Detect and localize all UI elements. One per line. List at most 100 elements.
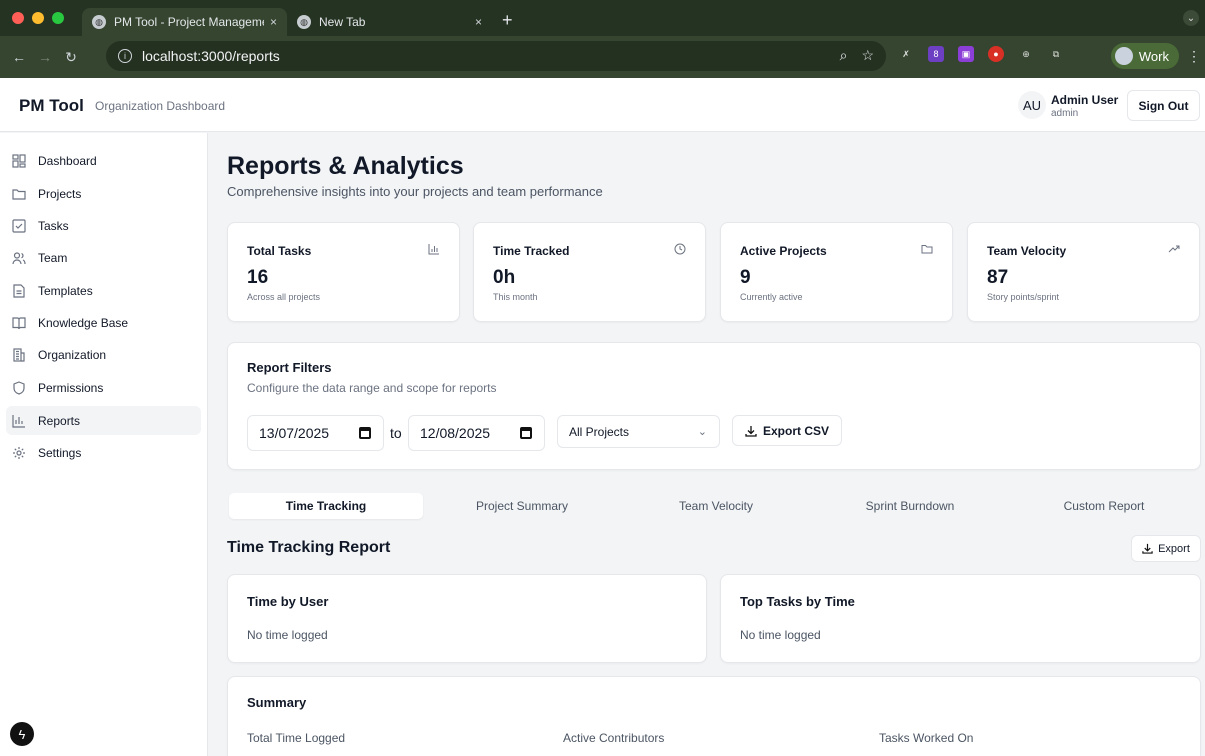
- export-csv-button[interactable]: Export CSV: [732, 415, 842, 446]
- sidebar-item-templates[interactable]: Templates: [6, 276, 201, 305]
- extensions-puzzle-icon[interactable]: ⧉: [1048, 46, 1064, 62]
- chevron-down-icon: ⌄: [697, 426, 707, 438]
- end-date-input[interactable]: 12/08/2025: [408, 415, 545, 451]
- browser-tab-active[interactable]: ◍ PM Tool - Project Manageme ×: [82, 8, 287, 36]
- sidebar-item-label: Team: [38, 250, 68, 265]
- sidebar-item-projects[interactable]: Projects: [6, 179, 201, 208]
- stat-card-team-velocity: Team Velocity 87 Story points/sprint: [967, 222, 1200, 322]
- app-header: PM Tool Organization Dashboard AU Admin …: [0, 78, 1205, 132]
- start-date-value: 13/07/2025: [259, 425, 330, 441]
- page-subtitle: Comprehensive insights into your project…: [227, 184, 603, 199]
- summary-label: Tasks Worked On: [879, 731, 974, 745]
- top-tasks-card: Top Tasks by Time No time logged: [720, 574, 1201, 663]
- extension-badge-icon[interactable]: 8: [928, 46, 944, 62]
- close-window-button[interactable]: [12, 12, 24, 24]
- url-text: localhost:3000/reports: [142, 48, 280, 64]
- date-range-separator: to: [390, 425, 402, 441]
- back-icon[interactable]: ←: [6, 49, 32, 65]
- empty-state: No time logged: [247, 628, 328, 642]
- sidebar-item-team[interactable]: Team: [6, 243, 201, 272]
- download-icon: [1142, 543, 1153, 554]
- info-icon[interactable]: i: [118, 49, 132, 63]
- browser-toolbar: ← → ↻ i localhost:3000/reports ⌕ ☆ ✗ 8 ▣…: [0, 36, 1205, 78]
- sidebar: Dashboard Projects Tasks Team Templates …: [0, 133, 208, 756]
- users-icon: [12, 251, 26, 265]
- reload-icon[interactable]: ↻: [58, 49, 84, 66]
- export-button[interactable]: Export: [1131, 535, 1201, 562]
- address-bar[interactable]: i localhost:3000/reports ⌕ ☆: [106, 41, 886, 71]
- shield-icon: [12, 380, 26, 395]
- calendar-icon[interactable]: [520, 427, 532, 439]
- maximize-window-button[interactable]: [52, 12, 64, 24]
- stat-title: Team Velocity: [987, 244, 1067, 258]
- tab-sprint-burndown[interactable]: Sprint Burndown: [813, 491, 1007, 521]
- sidebar-item-label: Tasks: [38, 218, 69, 233]
- extension-icon[interactable]: ▣: [958, 46, 974, 62]
- sidebar-item-label: Templates: [38, 283, 93, 298]
- filters-subtitle: Configure the data range and scope for r…: [247, 381, 497, 395]
- calendar-icon[interactable]: [359, 427, 371, 439]
- new-tab-button[interactable]: +: [502, 10, 513, 31]
- tab-team-velocity[interactable]: Team Velocity: [619, 491, 813, 521]
- stat-title: Active Projects: [740, 244, 827, 258]
- stat-card-total-tasks: Total Tasks 16 Across all projects: [227, 222, 460, 322]
- avatar[interactable]: AU: [1018, 91, 1046, 119]
- tab-close-icon[interactable]: ×: [475, 15, 482, 29]
- minimize-window-button[interactable]: [32, 12, 44, 24]
- brand-logo[interactable]: PM Tool: [19, 96, 84, 116]
- stat-subtext: Currently active: [740, 292, 803, 302]
- gear-icon: [12, 446, 26, 460]
- sidebar-item-reports[interactable]: Reports: [6, 406, 201, 435]
- stat-title: Total Tasks: [247, 244, 312, 258]
- bar-chart-icon: [428, 244, 439, 255]
- tab-custom-report[interactable]: Custom Report: [1007, 491, 1201, 521]
- building-icon: [12, 347, 26, 362]
- sign-out-button[interactable]: Sign Out: [1127, 90, 1200, 121]
- file-icon: [12, 283, 26, 298]
- summary-label: Total Time Logged: [247, 731, 346, 745]
- end-date-value: 12/08/2025: [420, 425, 491, 441]
- tab-project-summary[interactable]: Project Summary: [425, 491, 619, 521]
- extensions-bar: ✗ 8 ▣ ● ⊕ ⧉: [898, 46, 1064, 62]
- summary-card: Summary Total Time Logged Active Contrib…: [227, 676, 1201, 756]
- extension-icon[interactable]: ✗: [898, 46, 914, 62]
- folder-icon: [921, 245, 933, 254]
- sidebar-item-settings[interactable]: Settings: [6, 438, 201, 467]
- stat-value: 9: [740, 267, 751, 288]
- more-menu-icon[interactable]: ⋮: [1187, 48, 1201, 65]
- extension-icon[interactable]: ⊕: [1018, 46, 1034, 62]
- tab-close-icon[interactable]: ×: [270, 15, 277, 29]
- sidebar-item-tasks[interactable]: Tasks: [6, 211, 201, 240]
- zoom-icon[interactable]: ⌕: [840, 47, 848, 64]
- browser-tab-bar: ◍ PM Tool - Project Manageme × ◍ New Tab…: [0, 0, 1205, 36]
- forward-icon[interactable]: →: [32, 49, 58, 65]
- sidebar-item-organization[interactable]: Organization: [6, 340, 201, 369]
- sidebar-item-knowledge-base[interactable]: Knowledge Base: [6, 308, 201, 337]
- sidebar-item-label: Permissions: [38, 380, 104, 395]
- sidebar-item-permissions[interactable]: Permissions: [6, 373, 201, 402]
- tab-time-tracking[interactable]: Time Tracking: [229, 493, 423, 519]
- extension-icon[interactable]: ●: [988, 46, 1004, 62]
- profile-button[interactable]: Work: [1110, 43, 1179, 69]
- profile-label: Work: [1138, 48, 1169, 64]
- project-select[interactable]: All Projects ⌄: [557, 415, 720, 448]
- user-role: admin: [1051, 108, 1079, 119]
- header-subtitle: Organization Dashboard: [95, 99, 226, 113]
- start-date-input[interactable]: 13/07/2025: [247, 415, 384, 451]
- lightning-icon[interactable]: ϟ: [10, 722, 34, 746]
- empty-state: No time logged: [740, 628, 821, 642]
- export-label: Export: [1158, 542, 1190, 555]
- sidebar-item-label: Dashboard: [38, 153, 97, 168]
- sidebar-item-dashboard[interactable]: Dashboard: [6, 146, 201, 175]
- tab-search-icon[interactable]: ⌄: [1183, 10, 1199, 26]
- stat-card-active-projects: Active Projects 9 Currently active: [720, 222, 953, 322]
- browser-tab[interactable]: ◍ New Tab ×: [287, 8, 492, 36]
- stat-value: 87: [987, 267, 1009, 288]
- sidebar-item-label: Reports: [38, 413, 81, 428]
- stat-card-time-tracked: Time Tracked 0h This month: [473, 222, 706, 322]
- bookmark-star-icon[interactable]: ☆: [861, 47, 874, 64]
- trending-up-icon: [1168, 245, 1180, 253]
- stat-value: 16: [247, 267, 269, 288]
- user-name: Admin User: [1051, 93, 1119, 107]
- checkbox-icon: [12, 218, 26, 233]
